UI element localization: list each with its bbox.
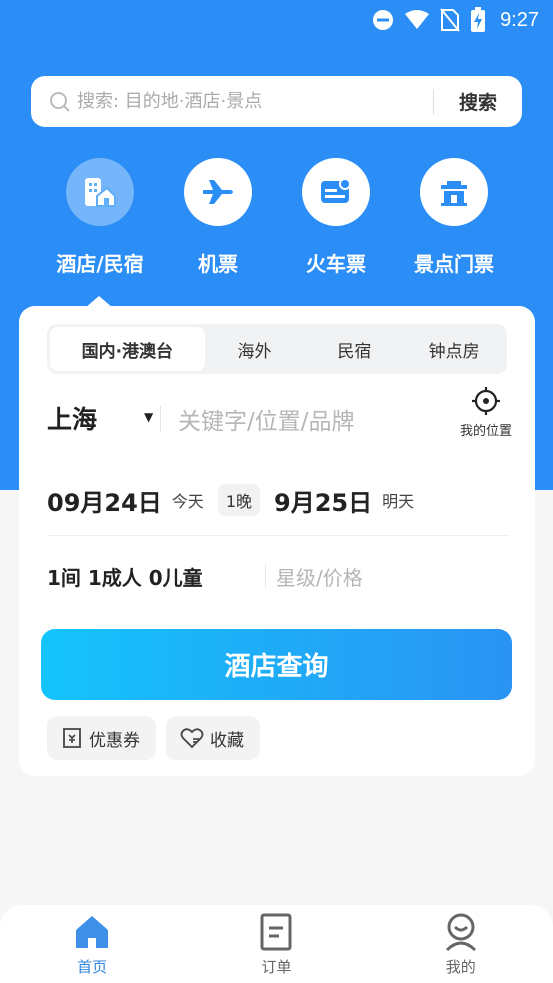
favorite-label: 收藏	[210, 730, 244, 751]
coupon-label: 优惠券	[89, 730, 140, 751]
search-bar[interactable]: 搜索	[31, 76, 522, 127]
coupon-icon	[63, 728, 81, 748]
my-location-label: 我的位置	[459, 424, 512, 439]
hotel-query-button[interactable]: 酒店查询	[41, 629, 512, 700]
star-price-selector[interactable]: 星级/价格	[276, 562, 363, 591]
crosshair-icon	[472, 387, 500, 415]
category-train[interactable]: 火车票	[276, 158, 396, 277]
do-not-disturb-icon	[372, 9, 394, 31]
guest-selector[interactable]: 1间 1成人 0儿童	[47, 562, 265, 591]
checkin-sub: 今天	[171, 492, 204, 511]
caret-down-icon[interactable]: ▼	[144, 410, 153, 424]
date-row[interactable]: 09月24日 今天 1晚 9月25日 明天	[47, 478, 517, 522]
wifi-icon	[404, 9, 430, 31]
checkout-date[interactable]: 9月25日	[274, 483, 372, 518]
status-bar: 9:27	[0, 0, 553, 40]
checkin-date[interactable]: 09月24日	[47, 483, 162, 518]
no-sim-icon	[440, 8, 460, 32]
guest-row: 1间 1成人 0儿童 星级/价格	[47, 556, 517, 596]
tab-hourly[interactable]: 钟点房	[404, 327, 504, 371]
favorite-button[interactable]: 收藏	[166, 716, 260, 760]
divider	[47, 535, 509, 536]
category-hotel[interactable]: 酒店/民宿	[40, 158, 160, 277]
my-location-button[interactable]: 我的位置	[455, 386, 517, 439]
nav-label: 首页	[77, 957, 108, 976]
home-icon	[76, 915, 109, 948]
region-tabs: 国内·港澳台 海外 民宿 钟点房	[47, 324, 507, 374]
tab-overseas[interactable]: 海外	[205, 327, 305, 371]
divider	[265, 564, 266, 588]
order-icon	[260, 913, 292, 950]
category-row: 酒店/民宿 机票 火车票 景点门票	[0, 158, 553, 278]
city-selector[interactable]: 上海	[47, 400, 97, 436]
checkout-sub: 明天	[382, 492, 415, 511]
nav-label: 订单	[261, 957, 292, 976]
nav-orders[interactable]: 订单	[216, 912, 336, 977]
nav-label: 我的	[445, 957, 476, 976]
attraction-icon	[420, 158, 488, 226]
nav-home[interactable]: 首页	[32, 912, 152, 977]
search-button[interactable]: 搜索	[434, 88, 522, 115]
search-icon	[49, 91, 71, 113]
category-label: 景点门票	[414, 252, 494, 276]
keyword-input[interactable]: 关键字/位置/品牌	[178, 402, 355, 436]
bottom-nav: 首页 订单 我的	[0, 905, 553, 983]
favorite-icon	[180, 728, 204, 749]
hotel-icon	[66, 158, 134, 226]
quick-chips: 优惠券 收藏	[47, 716, 260, 760]
nights-badge: 1晚	[217, 484, 260, 516]
category-label: 火车票	[306, 252, 366, 276]
battery-charging-icon	[470, 7, 486, 33]
category-label: 酒店/民宿	[56, 252, 144, 276]
nav-profile[interactable]: 我的	[401, 912, 521, 977]
booking-card: 国内·港澳台 海外 民宿 钟点房 上海 ▼ 关键字/位置/品牌 我的位置 09月…	[19, 306, 535, 776]
coupon-button[interactable]: 优惠券	[47, 716, 156, 760]
profile-icon	[445, 913, 476, 951]
plane-icon	[184, 158, 252, 226]
status-time: 9:27	[500, 8, 539, 31]
tab-homestay[interactable]: 民宿	[304, 327, 404, 371]
destination-row: 上海 ▼ 关键字/位置/品牌 我的位置	[47, 387, 517, 450]
category-label: 机票	[198, 252, 238, 276]
category-flight[interactable]: 机票	[158, 158, 278, 277]
divider	[160, 406, 161, 432]
train-ticket-icon	[302, 158, 370, 226]
search-input[interactable]	[77, 91, 433, 112]
category-attraction[interactable]: 景点门票	[394, 158, 514, 277]
tab-domestic[interactable]: 国内·港澳台	[50, 327, 205, 371]
